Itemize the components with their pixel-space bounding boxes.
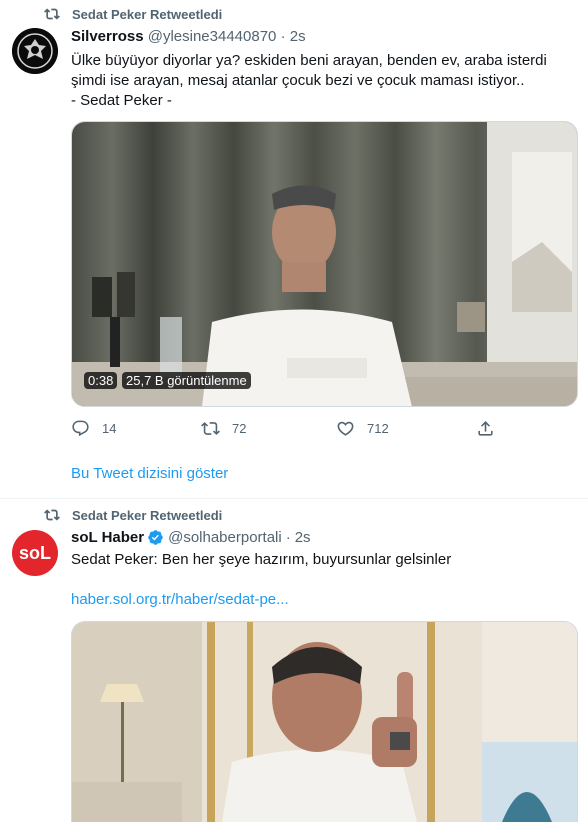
- share-icon: [478, 421, 493, 436]
- avatar-logo-text: soL: [18, 542, 51, 563]
- tweet-header: soL Haber @solhaberportali · 2s: [71, 529, 311, 546]
- retweet-icon: [44, 509, 60, 521]
- avatar[interactable]: soL: [12, 530, 58, 576]
- display-name[interactable]: soL Haber: [71, 529, 144, 546]
- show-thread-link[interactable]: Bu Tweet dizisini göster: [71, 465, 228, 482]
- share-button[interactable]: [476, 419, 507, 438]
- article-link[interactable]: haber.sol.org.tr/haber/sedat-pe...: [71, 590, 289, 610]
- reply-button[interactable]: 14: [71, 419, 201, 438]
- timestamp[interactable]: 2s: [290, 28, 306, 45]
- reply-count: 14: [102, 421, 117, 436]
- verified-badge-icon: [148, 530, 163, 545]
- reply-icon: [72, 420, 89, 437]
- like-button[interactable]: 712: [336, 419, 476, 438]
- user-handle[interactable]: @solhaberportali: [168, 529, 282, 546]
- tweet-actions: 14 72 712: [71, 419, 511, 438]
- retweet-indicator: Sedat Peker Retweetledi: [44, 507, 222, 523]
- retweet-count: 72: [232, 421, 247, 436]
- tweet-text: Sedat Peker: Ben her şeye hazırım, buyur…: [71, 551, 452, 568]
- separator: ·: [285, 529, 291, 546]
- tweet-header: Silverross @ylesine34440870 · 2s: [71, 28, 306, 45]
- tweet-sol-haber[interactable]: Sedat Peker Retweetledi soL soL Haber @s…: [0, 499, 588, 822]
- retweet-icon: [201, 422, 220, 435]
- video-thumbnail: [72, 122, 577, 406]
- retweet-indicator: Sedat Peker Retweetledi: [44, 6, 222, 22]
- article-photo: [72, 622, 577, 822]
- retweet-label: Sedat Peker Retweetledi: [72, 507, 223, 523]
- video-views-badge: 25,7 B görüntülenme: [122, 372, 251, 389]
- video-player[interactable]: 0:38 25,7 B görüntülenme: [71, 121, 578, 407]
- retweet-icon: [44, 8, 60, 20]
- avatar[interactable]: [12, 28, 58, 74]
- video-duration-badge: 0:38: [84, 372, 118, 389]
- tweet-text: Ülke büyüyor diyorlar ya? eskiden beni a…: [71, 52, 547, 109]
- timestamp[interactable]: 2s: [295, 529, 311, 546]
- retweet-label: Sedat Peker Retweetledi: [72, 6, 223, 22]
- retweet-button[interactable]: 72: [201, 419, 336, 438]
- emblem-icon: [12, 28, 58, 74]
- user-handle[interactable]: @ylesine34440870: [148, 28, 277, 45]
- heart-icon: [337, 421, 354, 436]
- separator: ·: [280, 28, 286, 45]
- like-count: 712: [367, 421, 389, 436]
- display-name[interactable]: Silverross: [71, 28, 144, 45]
- tweet-silverross[interactable]: Sedat Peker Retweetledi Silverross @yles…: [0, 0, 588, 500]
- article-image[interactable]: [71, 621, 578, 822]
